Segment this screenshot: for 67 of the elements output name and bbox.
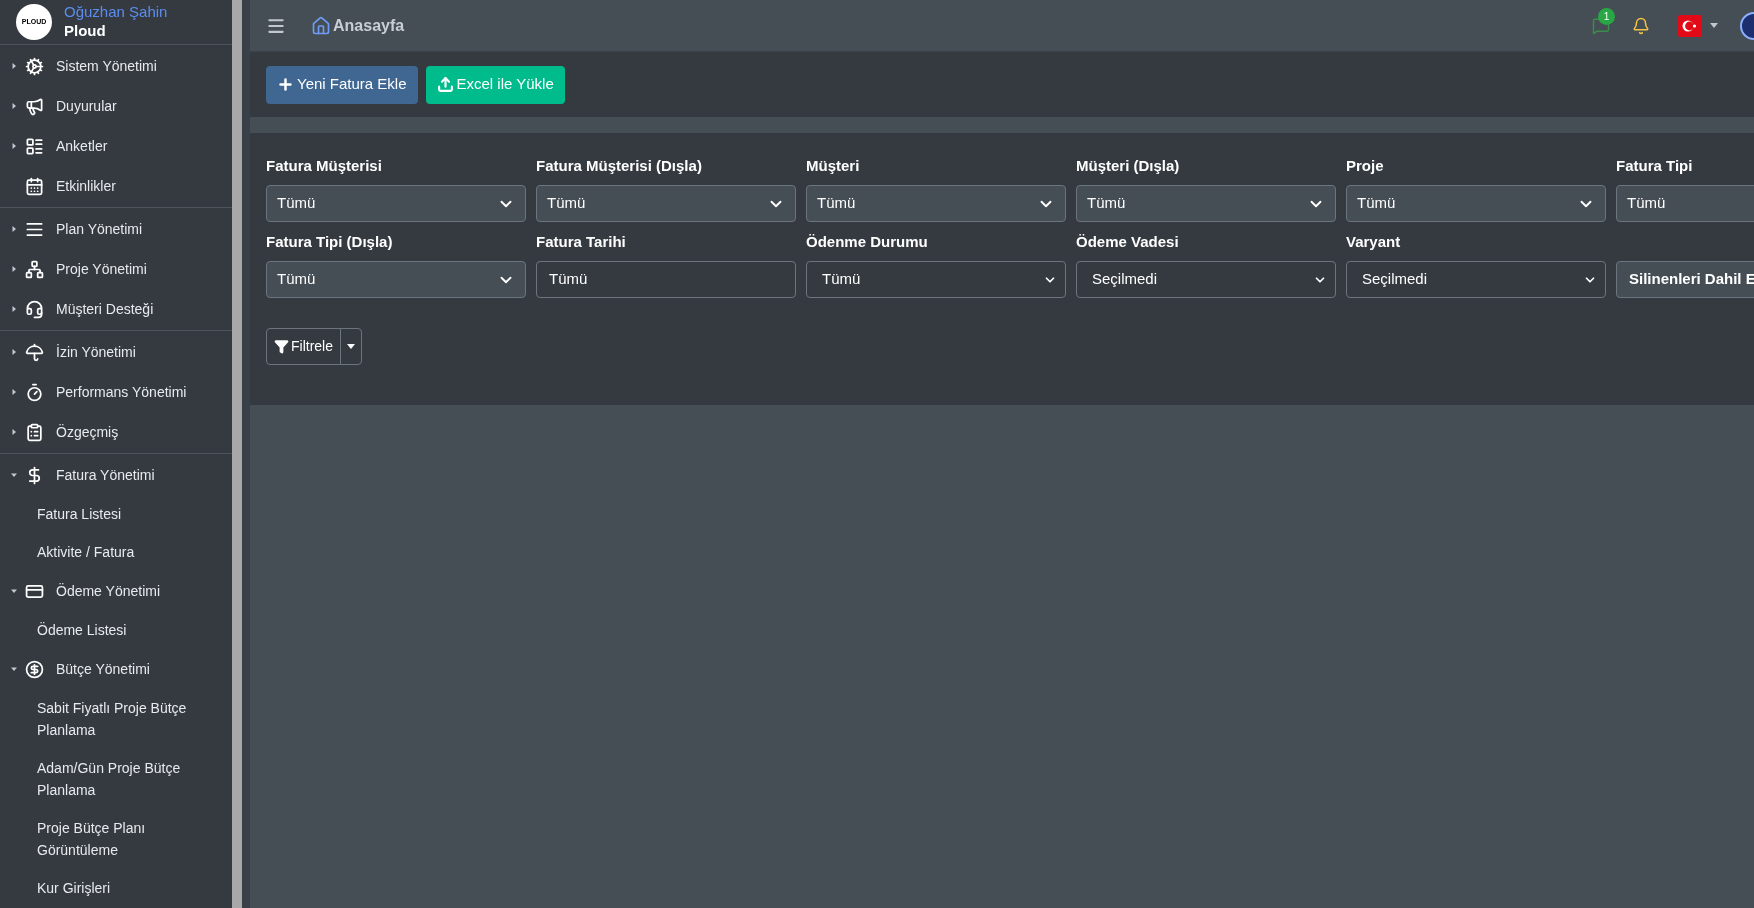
dropdown-field[interactable]: Tümü	[1616, 185, 1754, 222]
sidebar-item[interactable]: Fatura Yönetimi	[0, 455, 232, 495]
bell-icon[interactable]	[1632, 16, 1650, 35]
page-title[interactable]: Anasayfa	[333, 13, 405, 38]
dropdown-field[interactable]: Tümü	[266, 185, 526, 222]
dropdown-field[interactable]: Tümü	[1346, 185, 1606, 222]
sidebar-item[interactable]: Duyurular	[0, 86, 232, 126]
sidebar-item[interactable]: Performans Yönetimi	[0, 372, 232, 412]
scrollbar[interactable]	[232, 0, 250, 908]
sidebar-item[interactable]: Bütçe Yönetimi	[0, 649, 232, 689]
select-field[interactable]: Seçilmedi	[1076, 261, 1336, 298]
sidebar-item[interactable]: Proje Yönetimi	[0, 249, 232, 289]
field-label: Ödenme Durumu	[806, 232, 929, 252]
filter-button[interactable]: Filtrele	[267, 329, 340, 364]
date-field[interactable]: Tümü	[536, 261, 796, 298]
sidebar-item[interactable]: Etkinlikler	[0, 166, 232, 206]
field-label: Müşteri	[806, 156, 861, 176]
company-name: Ploud	[64, 22, 107, 41]
field-label: Müşteri (Dışla)	[1076, 156, 1181, 176]
field-label: Ödeme Vadesi	[1076, 232, 1180, 252]
sidebar-subitem[interactable]: Aktivite / Fatura	[0, 533, 232, 571]
field-label: Proje	[1346, 156, 1385, 176]
sidebar-subitem[interactable]: Proje Bütçe Planı Görüntüleme	[0, 809, 232, 869]
sidebar-item[interactable]: Anketler	[0, 126, 232, 166]
stopwatch-icon	[25, 382, 44, 402]
dropdown-field[interactable]: Tümü	[266, 261, 526, 298]
hierarchy-icon	[25, 259, 44, 279]
sidebar-item[interactable]: Özgeçmiş	[0, 412, 232, 452]
sidebar-item[interactable]: Ödeme Yönetimi	[0, 571, 232, 611]
field-label: Fatura Müşterisi (Dışla)	[536, 156, 703, 176]
umbrella-icon	[25, 342, 44, 362]
filter-icon	[274, 339, 289, 354]
field-label: Fatura Tarihi	[536, 232, 627, 252]
caret-icon[interactable]	[1710, 23, 1718, 28]
home-icon	[311, 15, 331, 36]
headset-icon	[25, 299, 44, 319]
sidebar-subitem[interactable]: Adam/Gün Proje Bütçe Planlama	[0, 749, 232, 809]
select-field[interactable]: Seçilmedi	[1346, 261, 1606, 298]
calendar-icon	[25, 176, 44, 196]
caret-icon	[347, 344, 355, 349]
sidebar-item[interactable]: Sistem Yönetimi	[0, 46, 232, 86]
field-label: Fatura Müşterisi	[266, 156, 383, 176]
sidebar-subitem[interactable]: Kur Girişleri	[0, 869, 232, 907]
sidebar-item[interactable]: Plan Yönetimi	[0, 209, 232, 249]
field-label: Fatura Tipi (Dışla)	[266, 232, 394, 252]
sidebar-subitem[interactable]: Ödeme Listesi	[0, 611, 232, 649]
plus-icon	[277, 76, 294, 93]
sidebar-item[interactable]: İzin Yönetimi	[0, 332, 232, 372]
message-badge: 1	[1598, 7, 1615, 25]
list-icon	[25, 136, 44, 156]
user-name[interactable]: Oğuzhan Şahin	[64, 3, 168, 22]
sidebar-subitem[interactable]: Sabit Fiyatlı Proje Bütçe Planlama	[0, 689, 232, 749]
flag-icon[interactable]	[1678, 14, 1702, 37]
field-label: Varyant	[1346, 232, 1402, 252]
sidebar-subitem[interactable]: Fatura Listesi	[0, 495, 232, 533]
dropdown-field[interactable]: Tümü	[1076, 185, 1336, 222]
dropdown-field[interactable]: Tümü	[536, 185, 796, 222]
select-field[interactable]: Tümü	[806, 261, 1066, 298]
dropdown-field[interactable]: Tümü	[806, 185, 1066, 222]
add-button[interactable]: Yeni Fatura Ekle	[266, 65, 418, 104]
field-label: Fatura Tipi	[1616, 156, 1694, 176]
sidebar-item[interactable]: Müşteri Desteği	[0, 289, 232, 329]
dollar-circle-icon	[25, 659, 44, 679]
clipboard-icon	[25, 422, 44, 442]
megaphone-icon	[25, 96, 44, 116]
upload-icon	[436, 76, 454, 93]
gear-icon	[25, 56, 44, 76]
